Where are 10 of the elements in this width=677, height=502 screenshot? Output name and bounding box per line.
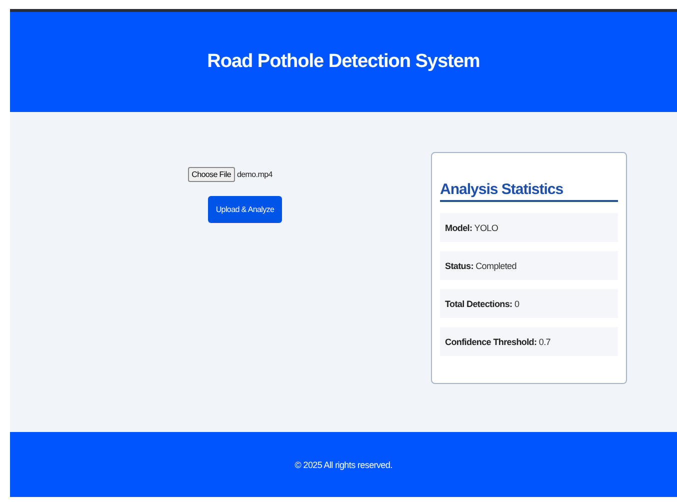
copyright-text: © 2025 All rights reserved. [294,460,392,470]
stats-title: Analysis Statistics [440,181,618,202]
stat-text: Model: YOLO [445,222,498,232]
choose-file-button[interactable]: Choose File [188,167,235,182]
page-title: Road Pothole Detection System [207,51,480,73]
stat-text: Status: Completed [445,260,516,270]
upload-analyze-button[interactable]: Upload & Analyze [208,196,282,223]
stat-text: Total Detections: 0 [445,298,520,308]
file-name: demo.mp4 [236,170,272,179]
stat-text: Confidence Threshold: 0.7 [445,336,551,346]
